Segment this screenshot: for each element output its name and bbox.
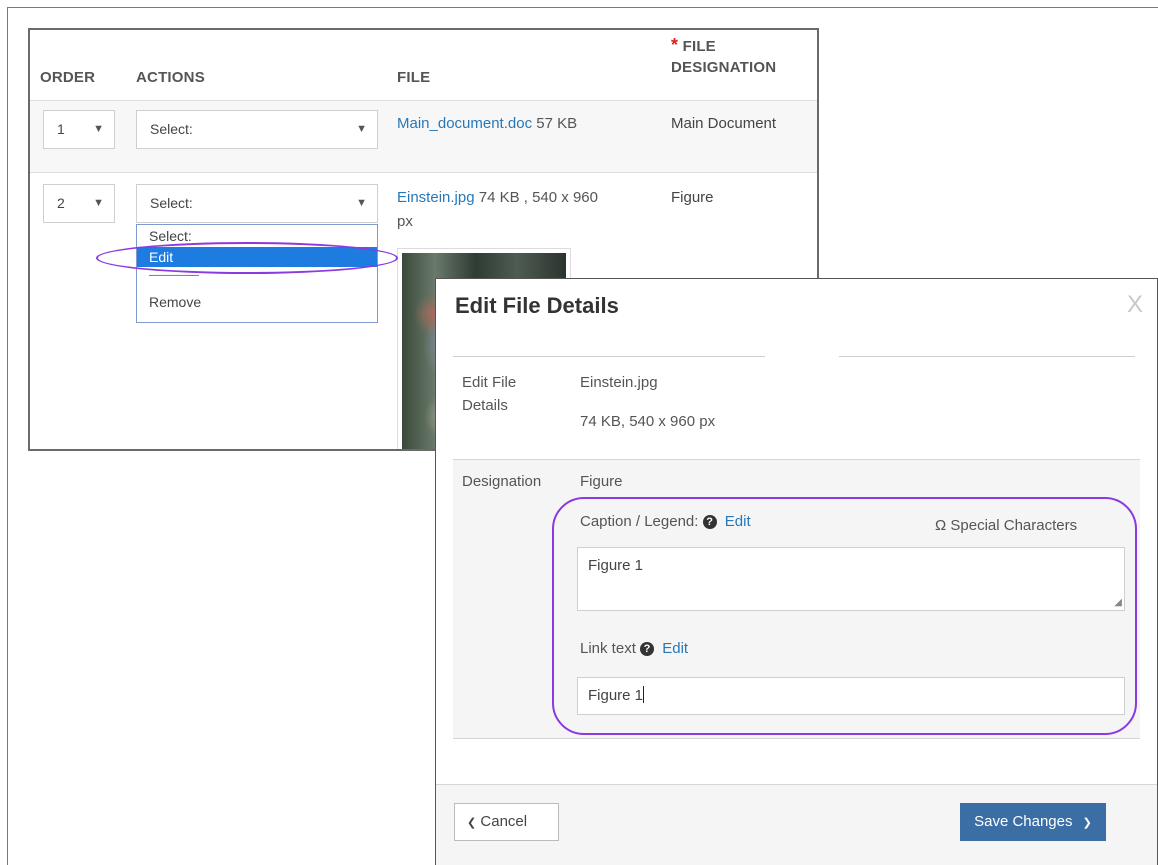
header-order: ORDER <box>40 69 96 86</box>
dropdown-option-remove[interactable]: Remove <box>137 292 377 312</box>
highlight-oval-edit <box>96 242 398 274</box>
save-button-label: Save Changes <box>974 813 1073 830</box>
actions-select-row1[interactable]: Select: ▼ <box>136 110 378 149</box>
order-select-value: 1 <box>57 121 65 137</box>
save-changes-button[interactable]: Save Changes ❯ <box>960 803 1106 841</box>
header-designation-line2: DESIGNATION <box>671 59 777 76</box>
close-icon[interactable]: X <box>1127 291 1143 319</box>
details-label-line1: Edit File <box>462 374 517 391</box>
required-star: * <box>671 35 679 55</box>
file-size-row1: 57 KB <box>532 115 578 132</box>
file-size-row2: 74 KB , 540 x 960 <box>474 189 598 206</box>
details-label-line2: Details <box>462 397 508 414</box>
details-file-name: Einstein.jpg <box>580 374 658 391</box>
file-cell-row1: Main_document.doc 57 KB <box>397 112 577 136</box>
header-divider <box>453 356 765 357</box>
file-cell-row2: Einstein.jpg 74 KB , 540 x 960 px <box>397 186 657 234</box>
highlight-oval-fields <box>552 497 1137 735</box>
dropdown-arrow-icon: ▼ <box>93 197 104 209</box>
file-link-row2[interactable]: Einstein.jpg <box>397 189 475 206</box>
header-designation-line1: FILE <box>682 38 716 55</box>
actions-select-value: Select: <box>150 195 193 211</box>
actions-select-value: Select: <box>150 121 193 137</box>
order-select-row2[interactable]: 2 ▼ <box>43 184 115 223</box>
header-file: FILE <box>397 69 431 86</box>
file-size-row2-cont: px <box>397 213 413 230</box>
dropdown-arrow-icon: ▼ <box>93 123 104 135</box>
chevron-left-icon: ❮ <box>467 817 477 829</box>
designation-label: Designation <box>462 473 542 490</box>
designation-row1: Main Document <box>671 115 777 132</box>
actions-select-row2[interactable]: Select: ▼ <box>136 184 378 223</box>
cancel-button[interactable]: ❮ Cancel <box>454 803 559 841</box>
designation-row2: Figure <box>671 189 714 206</box>
header-divider <box>839 356 1135 357</box>
header-designation: * FILE DESIGNATION <box>671 35 776 78</box>
chevron-right-icon: ❯ <box>1082 817 1092 829</box>
designation-value: Figure <box>580 473 623 490</box>
row-divider <box>30 172 817 173</box>
file-link-row1[interactable]: Main_document.doc <box>397 115 532 132</box>
details-file-info: 74 KB, 540 x 960 px <box>580 413 716 430</box>
details-label: Edit File Details <box>462 371 516 417</box>
header-actions: ACTIONS <box>136 69 205 86</box>
dropdown-arrow-icon: ▼ <box>356 123 367 135</box>
modal-title: Edit File Details <box>455 293 619 318</box>
order-select-value: 2 <box>57 195 65 211</box>
cancel-button-label: Cancel <box>480 813 528 830</box>
dropdown-arrow-icon: ▼ <box>356 197 367 209</box>
order-select-row1[interactable]: 1 ▼ <box>43 110 115 149</box>
